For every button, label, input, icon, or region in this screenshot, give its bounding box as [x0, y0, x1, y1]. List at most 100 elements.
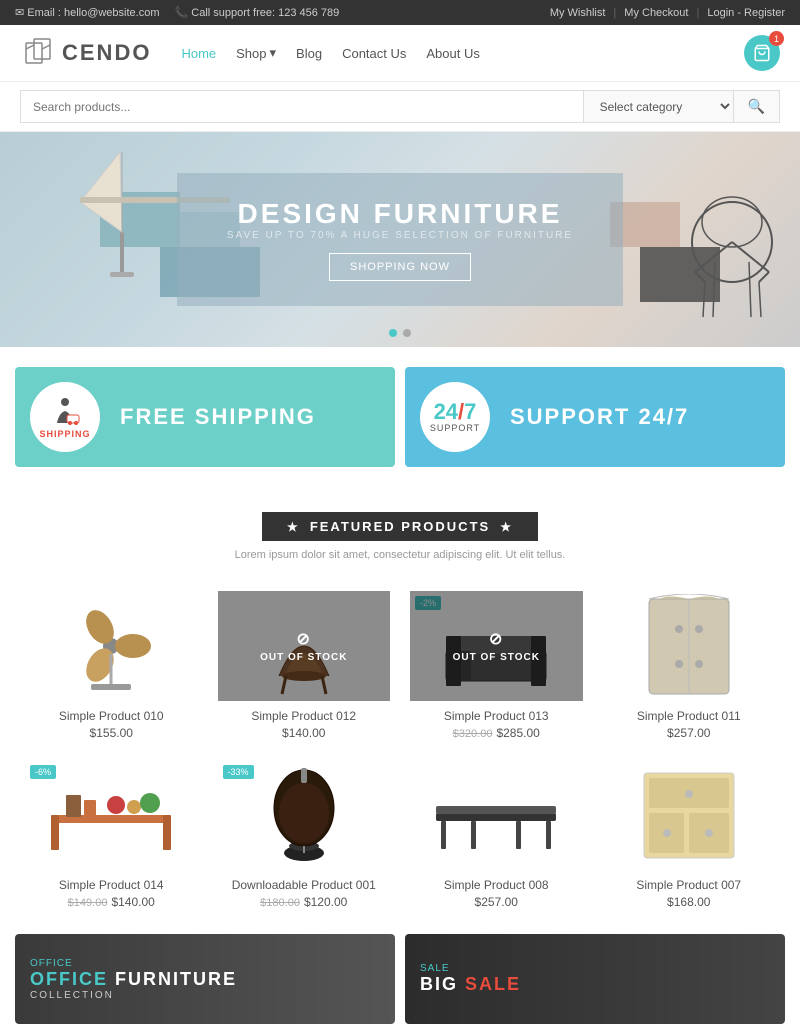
shipping-label: SHIPPING [39, 429, 90, 439]
phone-text: Call support free: 123 456 789 [191, 7, 339, 19]
product-card-p8[interactable]: Simple Product 007 $168.00 [593, 750, 786, 919]
product-image-wrap: -6% [25, 760, 198, 870]
shipping-feature: SHIPPING FREE SHIPPING [15, 367, 395, 467]
clock-text: 24/7 [434, 401, 477, 423]
product-image-wrap [603, 760, 776, 870]
top-bar-links: My Wishlist | My Checkout | Login - Regi… [550, 7, 785, 19]
product-image-wrap [410, 760, 583, 870]
hero-dot-2[interactable] [403, 329, 411, 337]
product-card-p5[interactable]: -6% Simple Product 014 $149.00$140.00 [15, 750, 208, 919]
support-feature: 24/7 SUPPORT SUPPORT 24/7 [405, 367, 785, 467]
email-icon: ✉ [15, 7, 24, 19]
hero-banner: DESIGN FURNITURE SAVE UP TO 70% A HUGE S… [0, 132, 800, 347]
section-title: FEATURED PRODUCTS [310, 519, 490, 534]
support-sub-label: SUPPORT [430, 423, 480, 433]
top-bar: ✉ Email : hello@website.com 📞 Call suppo… [0, 0, 800, 25]
hero-cta-button[interactable]: SHOPPING NOW [329, 253, 471, 281]
shipping-person-icon [49, 395, 81, 427]
product-name: Simple Product 010 [25, 709, 198, 723]
product-name: Simple Product 007 [603, 878, 776, 892]
feature-boxes: SHIPPING FREE SHIPPING 24/7 SUPPORT SUPP… [0, 347, 800, 487]
featured-header: FEATURED PRODUCTS Lorem ipsum dolor sit … [0, 487, 800, 571]
product-card-p3[interactable]: -2% ⊘OUT OF STOCK Simple Product 013 $32… [400, 581, 593, 750]
email-info: ✉ Email : hello@website.com [15, 6, 160, 19]
product-image-wrap: -33% [218, 760, 391, 870]
checkout-link[interactable]: My Checkout [624, 7, 688, 19]
product-price: $320.00$285.00 [410, 726, 583, 740]
product-card-p6[interactable]: -33% Downloadable Product 001 $180.00$12… [208, 750, 401, 919]
product-name: Simple Product 008 [410, 878, 583, 892]
hero-dot-1[interactable] [389, 329, 397, 337]
product-name: Downloadable Product 001 [218, 878, 391, 892]
office-subtitle: COLLECTION [30, 990, 237, 1001]
product-badge: -6% [30, 765, 56, 779]
email-text: Email : hello@website.com [27, 7, 159, 19]
cart-badge: 1 [769, 31, 784, 46]
wishlist-link[interactable]: My Wishlist [550, 7, 606, 19]
office-banner-text: OFFICE OFFICE FURNITURE COLLECTION [15, 943, 252, 1016]
logo-link[interactable]: CENDO [20, 35, 151, 71]
header: CENDO Home Shop ▾ Blog Contact Us About … [0, 25, 800, 82]
main-nav: Home Shop ▾ Blog Contact Us About Us [181, 45, 744, 61]
product-price: $155.00 [25, 726, 198, 740]
product-name: Simple Product 011 [603, 709, 776, 723]
nav-about[interactable]: About Us [426, 46, 479, 61]
product-card-p1[interactable]: Simple Product 010 $155.00 [15, 581, 208, 750]
hero-dots [389, 329, 411, 337]
section-desc: Lorem ipsum dolor sit amet, consectetur … [20, 549, 780, 561]
product-name: Simple Product 014 [25, 878, 198, 892]
support-clock: 24/7 SUPPORT [430, 401, 480, 433]
product-image-wrap [603, 591, 776, 701]
top-bar-contact: ✉ Email : hello@website.com 📞 Call suppo… [15, 6, 339, 19]
nav-blog[interactable]: Blog [296, 46, 322, 61]
product-price: $257.00 [603, 726, 776, 740]
hero-subtitle: SAVE UP TO 70% A HUGE SELECTION OF FURNI… [227, 230, 573, 241]
nav-contact[interactable]: Contact Us [342, 46, 406, 61]
product-price: $140.00 [218, 726, 391, 740]
product-name: Simple Product 012 [218, 709, 391, 723]
search-icon: 🔍 [748, 98, 765, 114]
bottom-banners: OFFICE OFFICE FURNITURE COLLECTION SALE … [0, 924, 800, 1024]
product-card-p7[interactable]: Simple Product 008 $257.00 [400, 750, 593, 919]
clock-7: 7 [464, 399, 476, 424]
products-grid: Simple Product 010 $155.00 ⊘OUT OF STOCK… [0, 571, 800, 924]
hero-chair-decoration [685, 162, 780, 322]
logo-icon [20, 35, 56, 71]
shipping-text: FREE SHIPPING [120, 404, 316, 430]
product-price: $168.00 [603, 895, 776, 909]
category-select[interactable]: Select category [584, 90, 734, 123]
search-input[interactable] [20, 90, 584, 123]
product-price: $257.00 [410, 895, 583, 909]
hero-content: DESIGN FURNITURE SAVE UP TO 70% A HUGE S… [177, 173, 623, 306]
phone-icon: 📞 [175, 7, 189, 19]
logo-text: CENDO [62, 40, 151, 66]
product-price: $149.00$140.00 [25, 895, 198, 909]
chevron-down-icon: ▾ [270, 45, 277, 61]
sale-banner[interactable]: SALE BIG SALE [405, 934, 785, 1024]
hero-title: DESIGN FURNITURE [227, 198, 573, 230]
support-text: SUPPORT 24/7 [510, 404, 689, 430]
product-badge: -33% [223, 765, 254, 779]
cart-area: 1 [744, 35, 780, 71]
sale-banner-text: SALE BIG SALE [405, 948, 536, 1010]
office-banner[interactable]: OFFICE OFFICE FURNITURE COLLECTION [15, 934, 395, 1024]
product-image-wrap [25, 591, 198, 701]
product-card-p4[interactable]: Simple Product 011 $257.00 [593, 581, 786, 750]
phone-info: 📞 Call support free: 123 456 789 [175, 6, 340, 19]
out-of-stock-overlay: ⊘OUT OF STOCK [218, 591, 391, 701]
section-title-wrap: FEATURED PRODUCTS [262, 512, 538, 541]
search-button[interactable]: 🔍 [734, 90, 780, 123]
nav-shop[interactable]: Shop ▾ [236, 45, 276, 61]
search-bar: Select category 🔍 [0, 82, 800, 132]
product-image-wrap: ⊘OUT OF STOCK [218, 591, 391, 701]
nav-home[interactable]: Home [181, 46, 216, 61]
product-card-p2[interactable]: ⊘OUT OF STOCK Simple Product 012 $140.00 [208, 581, 401, 750]
cart-icon [753, 44, 771, 62]
login-link[interactable]: Login - Register [707, 7, 785, 19]
out-of-stock-overlay: ⊘OUT OF STOCK [410, 591, 583, 701]
product-image-wrap: -2% ⊘OUT OF STOCK [410, 591, 583, 701]
shipping-icon-circle: SHIPPING [30, 382, 100, 452]
support-icon-circle: 24/7 SUPPORT [420, 382, 490, 452]
product-name: Simple Product 013 [410, 709, 583, 723]
product-price: $180.00$120.00 [218, 895, 391, 909]
